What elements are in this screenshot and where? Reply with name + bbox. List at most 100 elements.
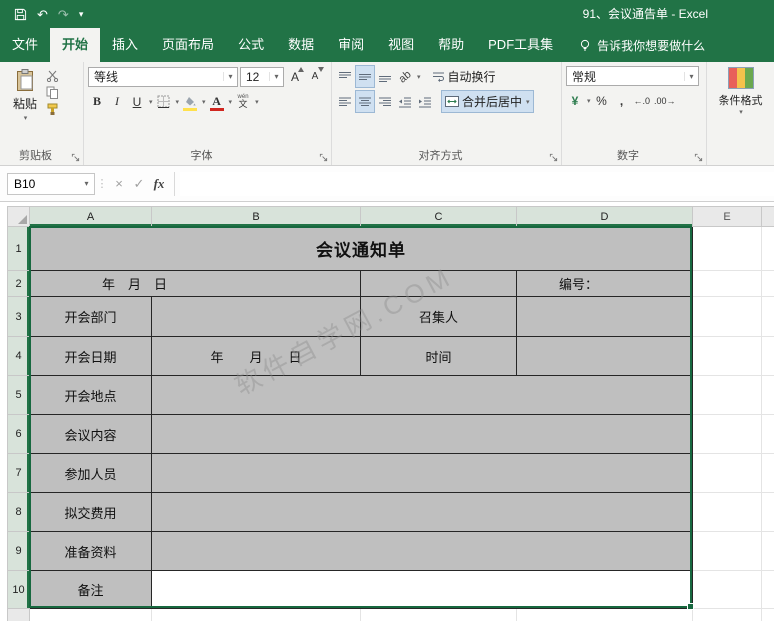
enter-icon[interactable]: ✓ [129, 176, 149, 192]
font-color-dropdown-icon[interactable]: ▾ [229, 98, 233, 106]
conditional-formatting-dropdown-icon[interactable]: ▾ [739, 108, 743, 116]
form-attendees-label-cell[interactable]: 参加人员 [29, 453, 152, 493]
cell-e7[interactable] [692, 453, 762, 493]
align-center-icon[interactable] [355, 90, 375, 113]
cell-partial[interactable] [692, 608, 762, 621]
form-fee-input-cell[interactable] [151, 492, 693, 532]
borders-icon[interactable] [155, 91, 173, 112]
orientation-dropdown-icon[interactable]: ▾ [417, 73, 421, 81]
column-header-partial[interactable] [761, 206, 774, 227]
phonetic-guide-button[interactable]: wén 文 [234, 91, 252, 112]
number-format-combo[interactable]: 常规 ▾ [566, 66, 699, 86]
customize-qat-icon[interactable]: ▾ [79, 9, 84, 19]
align-right-icon[interactable] [376, 91, 394, 112]
conditional-formatting-button[interactable]: 条件格式 [719, 92, 763, 108]
cell-c2[interactable] [360, 270, 517, 297]
form-time-label-cell[interactable]: 时间 [360, 336, 517, 376]
align-top-icon[interactable] [336, 66, 354, 87]
cell-e9[interactable] [692, 531, 762, 571]
row-header-9[interactable]: 9 [7, 531, 30, 571]
increase-indent-icon[interactable] [416, 91, 434, 112]
cell-partial[interactable] [516, 608, 693, 621]
redo-icon[interactable]: ↷ [58, 8, 69, 21]
form-date-value-cell[interactable]: 年 月 日 [151, 336, 361, 376]
tab-home[interactable]: 开始 [50, 28, 101, 62]
decrease-decimal-button[interactable]: .00→ [653, 90, 677, 111]
fill-color-dropdown-icon[interactable]: ▾ [202, 98, 206, 106]
form-materials-label-cell[interactable]: 准备资料 [29, 531, 152, 571]
form-convener-input-cell[interactable] [516, 296, 693, 337]
cell-e10[interactable] [692, 570, 762, 609]
font-color-button[interactable]: A [208, 91, 226, 112]
shrink-font-button[interactable]: A [306, 66, 324, 87]
name-box[interactable]: B10 ▾ [7, 172, 95, 195]
tab-data[interactable]: 数据 [276, 28, 326, 62]
percent-style-button[interactable]: % [593, 90, 611, 111]
row-header-8[interactable]: 8 [7, 492, 30, 532]
tab-review[interactable]: 审阅 [326, 28, 376, 62]
tell-me-box[interactable]: 告诉我你想要做什么 [579, 28, 705, 62]
tab-formulas[interactable]: 公式 [226, 28, 276, 62]
form-place-input-cell[interactable] [151, 375, 693, 415]
font-size-combo[interactable]: 12 ▾ [240, 66, 284, 87]
underline-button[interactable]: U [128, 91, 146, 112]
accounting-dropdown-icon[interactable]: ▾ [587, 97, 591, 105]
merge-center-button[interactable]: 合并后居中 ▾ [441, 90, 534, 113]
tab-help[interactable]: 帮助 [426, 28, 476, 62]
tab-page-layout[interactable]: 页面布局 [150, 28, 226, 62]
tab-insert[interactable]: 插入 [100, 28, 150, 62]
cell-partial[interactable] [29, 608, 152, 621]
italic-button[interactable]: I [108, 91, 126, 112]
accounting-format-icon[interactable]: ¥ [566, 90, 584, 111]
cell-e1[interactable] [692, 226, 762, 271]
form-remark-label-cell[interactable]: 备注 [29, 570, 152, 609]
insert-function-icon[interactable]: fx [149, 176, 169, 192]
increase-decimal-button[interactable]: ←.0 [633, 90, 652, 111]
phonetic-dropdown-icon[interactable]: ▾ [255, 98, 259, 106]
undo-icon[interactable]: ↶ [37, 8, 48, 21]
font-name-combo[interactable]: 等线 ▾ [88, 66, 238, 87]
row-header-2[interactable]: 2 [7, 270, 30, 297]
cell-partial[interactable] [761, 492, 774, 532]
row-header-5[interactable]: 5 [7, 375, 30, 415]
cell-e6[interactable] [692, 414, 762, 454]
borders-dropdown-icon[interactable]: ▾ [176, 98, 180, 106]
cell-e2[interactable] [692, 270, 762, 297]
row-header-4[interactable]: 4 [7, 336, 30, 376]
cell-partial[interactable] [360, 608, 517, 621]
form-dept-input-cell[interactable] [151, 296, 361, 337]
cancel-icon[interactable]: × [109, 176, 129, 191]
column-header-a[interactable]: A [29, 206, 152, 227]
save-icon[interactable] [14, 8, 27, 21]
form-convener-label-cell[interactable]: 召集人 [360, 296, 517, 337]
grow-font-button[interactable]: A [286, 66, 304, 87]
name-box-dropdown-icon[interactable]: ▾ [79, 179, 94, 188]
cell-partial[interactable] [761, 414, 774, 454]
cell-e5[interactable] [692, 375, 762, 415]
cell-partial[interactable] [761, 375, 774, 415]
row-header-1[interactable]: 1 [7, 226, 30, 271]
cell-partial[interactable] [761, 336, 774, 376]
cell-partial[interactable] [761, 296, 774, 337]
formula-bar-grip-icon[interactable]: ⋮ [95, 177, 109, 190]
form-dept-label-cell[interactable]: 开会部门 [29, 296, 152, 337]
row-header-3[interactable]: 3 [7, 296, 30, 337]
paste-button[interactable]: 粘贴 ▾ [4, 66, 46, 149]
underline-dropdown-icon[interactable]: ▾ [149, 98, 153, 106]
form-date-line-cell[interactable]: 年 月 日 [29, 270, 361, 297]
cut-icon[interactable] [46, 70, 59, 82]
align-middle-icon[interactable] [355, 65, 375, 88]
form-title-cell[interactable]: 会议通知单 [29, 226, 693, 271]
form-attendees-input-cell[interactable] [151, 453, 693, 493]
form-number-label-cell[interactable]: 编号： [516, 270, 693, 297]
tab-file[interactable]: 文件 [0, 28, 50, 62]
cell-partial[interactable] [761, 453, 774, 493]
cell-partial[interactable] [761, 226, 774, 271]
orientation-icon[interactable]: ab [396, 66, 414, 87]
form-time-input-cell[interactable] [516, 336, 693, 376]
alignment-dialog-launcher-icon[interactable] [549, 153, 558, 162]
row-header-6[interactable]: 6 [7, 414, 30, 454]
decrease-indent-icon[interactable] [396, 91, 414, 112]
form-fee-label-cell[interactable]: 拟交费用 [29, 492, 152, 532]
number-dialog-launcher-icon[interactable] [694, 153, 703, 162]
